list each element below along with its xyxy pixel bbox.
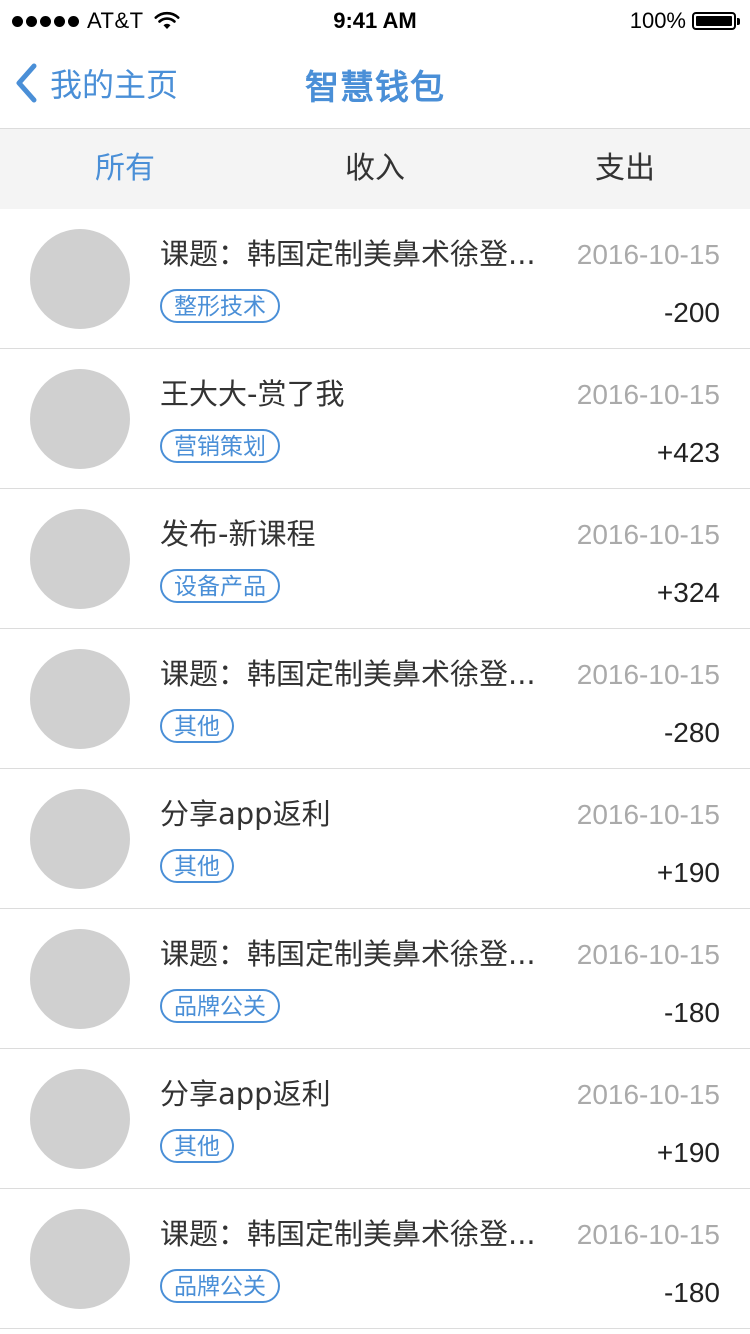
list-item[interactable]: 发布-新课程 设备产品 2016-10-15 +324 [0,489,750,629]
item-date: 2016-10-15 [576,379,720,410]
item-amount: -200 [663,297,720,328]
avatar [30,229,130,329]
item-date: 2016-10-15 [576,519,720,550]
page-title: 智慧钱包 [305,68,445,108]
list-item[interactable]: 课题：韩国定制美鼻术徐登... 整形技术 2016-10-15 -200 [0,209,750,349]
item-date: 2016-10-15 [576,799,720,830]
item-date: 2016-10-15 [576,239,720,270]
category-tag: 其他 [160,709,234,743]
avatar [30,1069,130,1169]
category-tag: 营销策划 [160,429,280,463]
category-tag: 品牌公关 [160,1269,280,1303]
item-title: 分享app返利 [160,797,331,831]
item-title: 分享app返利 [160,1077,331,1111]
category-tag: 整形技术 [160,289,280,323]
avatar [30,649,130,749]
list-item[interactable]: 分享app返利 其他 2016-10-15 +190 [0,769,750,909]
item-date: 2016-10-15 [576,659,720,690]
item-date: 2016-10-15 [576,1219,720,1250]
list-item[interactable]: 课题：韩国定制美鼻术徐登... 品牌公关 2016-10-15 -180 [0,1189,750,1329]
avatar [30,1209,130,1309]
tab-expense[interactable]: 支出 [500,129,750,209]
tab-income[interactable]: 收入 [250,129,500,209]
list-item[interactable]: 王大大-赏了我 营销策划 2016-10-15 +423 [0,349,750,489]
category-tag: 设备产品 [160,569,280,603]
item-amount: -180 [663,997,720,1028]
item-amount: +190 [656,857,720,888]
item-title: 课题：韩国定制美鼻术徐登... [160,937,536,971]
category-tag: 品牌公关 [160,989,280,1023]
status-right: 100% [629,8,740,34]
list-item[interactable]: 分享app返利 其他 2016-10-15 +190 [0,1049,750,1189]
tab-all[interactable]: 所有 [0,129,250,209]
item-title: 课题：韩国定制美鼻术徐登... [160,237,536,271]
item-title: 发布-新课程 [160,517,316,551]
battery-level [696,16,732,26]
category-tag: 其他 [160,1129,234,1163]
item-amount: -180 [663,1277,720,1308]
item-amount: +190 [656,1137,720,1168]
item-title: 王大大-赏了我 [160,377,345,411]
status-bar: AT&T 9:41 AM 100% [0,0,750,40]
navigation-bar: 我的主页 智慧钱包 [0,40,750,129]
transaction-list: 课题：韩国定制美鼻术徐登... 整形技术 2016-10-15 -200 王大大… [0,209,750,1329]
avatar [30,369,130,469]
filter-tabs: 所有 收入 支出 [0,129,750,209]
list-item[interactable]: 课题：韩国定制美鼻术徐登... 品牌公关 2016-10-15 -180 [0,909,750,1049]
avatar [30,789,130,889]
item-amount: +324 [656,577,720,608]
battery-percent: 100% [629,8,686,33]
item-date: 2016-10-15 [576,1079,720,1110]
item-title: 课题：韩国定制美鼻术徐登... [160,1217,536,1251]
item-amount: -280 [663,717,720,748]
avatar [30,929,130,1029]
item-amount: +423 [656,437,720,468]
avatar [30,509,130,609]
list-item[interactable]: 课题：韩国定制美鼻术徐登... 其他 2016-10-15 -280 [0,629,750,769]
item-date: 2016-10-15 [576,939,720,970]
item-title: 课题：韩国定制美鼻术徐登... [160,657,536,691]
category-tag: 其他 [160,849,234,883]
battery-icon [692,12,740,30]
